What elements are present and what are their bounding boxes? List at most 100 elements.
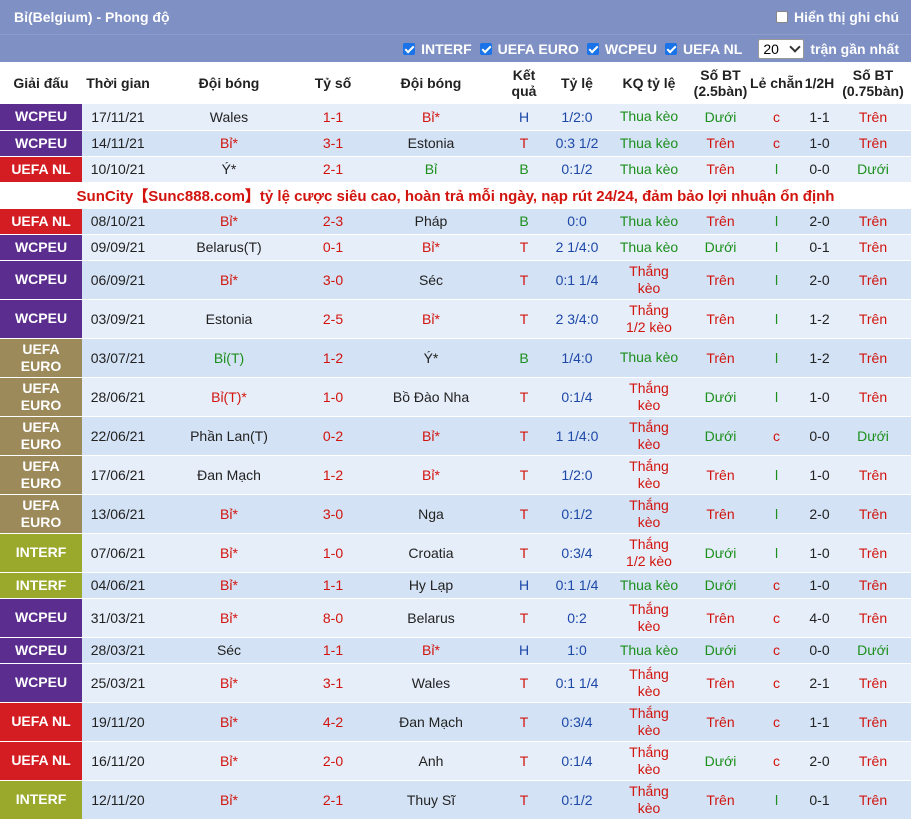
filter-wcpeu[interactable]: WCPEU: [586, 41, 657, 57]
competition-badge: WCPEU: [0, 104, 82, 131]
handicap-result: Thua kèo: [606, 156, 692, 183]
table-row[interactable]: INTERF 04/06/21 Bỉ* 1-1 Hy Lạp H 0:1 1/4 Thua k…: [0, 572, 911, 599]
competition-badge: UEFA EURO: [0, 416, 82, 456]
match-date: 03/09/21: [82, 299, 154, 339]
table-row[interactable]: WCPEU 03/09/21 Estonia 2-5 Bỉ* T 2 3/4:0 Thắng 1…: [0, 299, 911, 339]
home-team: Belarus(T): [154, 234, 304, 261]
table-row[interactable]: UEFA EURO 17/06/21 Đan Mạch 1-2 Bỉ* T 1/2:0 Thắn…: [0, 455, 911, 495]
handicap-odds: 2 1/4:0: [548, 234, 606, 261]
table-header: Giải đấu Thời gian Đội bóng Tỷ số Đội bóng Kế…: [0, 62, 911, 104]
show-notes-label: Hiển thị ghi chú: [794, 9, 899, 25]
table-row[interactable]: UEFA NL 10/10/21 Ý* 2-1 Bỉ B 0:1/2 Thua kèo Trên…: [0, 156, 911, 183]
match-date: 22/06/21: [82, 416, 154, 456]
match-date: 04/06/21: [82, 572, 154, 599]
score: 1-2: [304, 455, 362, 495]
half-time-score: 1-0: [804, 377, 835, 417]
handicap-odds: 0:1/2: [548, 156, 606, 183]
over-under-075: Trên: [835, 299, 911, 339]
table-row[interactable]: UEFA EURO 22/06/21 Phần Lan(T) 0-2 Bỉ* T 1 1/4:…: [0, 416, 911, 456]
over-under-075: Trên: [835, 702, 911, 742]
over-under-25: Trên: [692, 598, 749, 638]
odd-even: l: [749, 533, 804, 573]
handicap-result: Thắng kèo: [606, 455, 692, 495]
table-row[interactable]: WCPEU 28/03/21 Séc 1-1 Bỉ* H 1:0 Thua kèo Dưới c 0…: [0, 637, 911, 664]
results-table: Giải đấu Thời gian Đội bóng Tỷ số Đội bóng Kế…: [0, 62, 911, 820]
filter-wcpeu-checkbox[interactable]: [586, 42, 599, 55]
table-row[interactable]: WCPEU 31/03/21 Bỉ* 8-0 Belarus T 0:2 Thắng kèo Tr…: [0, 598, 911, 638]
over-under-075: Trên: [835, 234, 911, 261]
away-team: Anh: [362, 741, 500, 781]
away-team: Hy Lạp: [362, 572, 500, 599]
filter-interf-checkbox[interactable]: [403, 42, 416, 55]
match-date: 08/10/21: [82, 208, 154, 235]
handicap-odds: 0:1/2: [548, 780, 606, 820]
score: 8-0: [304, 598, 362, 638]
handicap-result: Thắng kèo: [606, 416, 692, 456]
odd-even: c: [749, 130, 804, 157]
result: B: [500, 338, 548, 378]
half-time-score: 4-0: [804, 598, 835, 638]
show-notes-checkbox[interactable]: [776, 11, 788, 23]
table-row[interactable]: WCPEU 14/11/21 Bỉ* 3-1 Estonia T 0:3 1/2 Thua k…: [0, 130, 911, 157]
half-time-score: 1-2: [804, 338, 835, 378]
match-date: 06/09/21: [82, 260, 154, 300]
filter-uefa-euro[interactable]: UEFA EURO: [479, 41, 579, 57]
table-row[interactable]: UEFA NL 19/11/20 Bỉ* 4-2 Đan Mạch T 0:3/4 Thắng…: [0, 702, 911, 742]
table-row[interactable]: WCPEU 17/11/21 Wales 1-1 Bỉ* H 1/2:0 Thua kèo Dư…: [0, 104, 911, 131]
odd-even: l: [749, 338, 804, 378]
over-under-075: Trên: [835, 494, 911, 534]
table-row[interactable]: INTERF 12/11/20 Bỉ* 2-1 Thuy Sĩ T 0:1/2 Thắng kè…: [0, 780, 911, 820]
score: 0-2: [304, 416, 362, 456]
table-row[interactable]: WCPEU 06/09/21 Bỉ* 3-0 Séc T 0:1 1/4 Thắng kèo Tr…: [0, 260, 911, 300]
half-time-score: 2-0: [804, 260, 835, 300]
competition-badge: INTERF: [0, 780, 82, 820]
table-row[interactable]: INTERF 07/06/21 Bỉ* 1-0 Croatia T 0:3/4 Thắng 1/…: [0, 533, 911, 573]
competition-badge: UEFA NL: [0, 208, 82, 235]
match-count-select[interactable]: 20: [758, 38, 805, 59]
filter-uefa-nl-checkbox[interactable]: [664, 42, 677, 55]
competition-badge: WCPEU: [0, 637, 82, 664]
table-row[interactable]: UEFA NL 16/11/20 Bỉ* 2-0 Anh T 0:1/4 Thắng kèo Dư…: [0, 741, 911, 781]
show-notes-toggle[interactable]: Hiển thị ghi chú: [776, 9, 899, 25]
handicap-odds: 1/2:0: [548, 104, 606, 131]
away-team: Wales: [362, 663, 500, 703]
odd-even: l: [749, 260, 804, 300]
odd-even: l: [749, 780, 804, 820]
filter-uefa-nl[interactable]: UEFA NL: [664, 41, 742, 57]
handicap-result: Thua kèo: [606, 208, 692, 235]
table-row[interactable]: UEFA EURO 28/06/21 Bỉ(T)* 1-0 Bồ Đào Nha T 0:1/…: [0, 377, 911, 417]
score: 3-0: [304, 494, 362, 534]
handicap-odds: 0:1/4: [548, 377, 606, 417]
home-team: Bỉ*: [154, 130, 304, 157]
handicap-result: Thắng 1/2 kèo: [606, 533, 692, 573]
table-row[interactable]: WCPEU 09/09/21 Belarus(T) 0-1 Bỉ* T 2 1/4:0 Thu…: [0, 234, 911, 261]
handicap-odds: 1/4:0: [548, 338, 606, 378]
filter-interf[interactable]: INTERF: [403, 41, 472, 57]
table-row[interactable]: UEFA EURO 03/07/21 Bỉ(T) 1-2 Ý* B 1/4:0 Thua kèo…: [0, 338, 911, 378]
competition-badge: WCPEU: [0, 663, 82, 703]
ad-banner-link[interactable]: SunCity【Sunc888.com】tỷ lệ cược siêu cao,…: [0, 182, 911, 209]
result: T: [500, 455, 548, 495]
table-row[interactable]: WCPEU 25/03/21 Bỉ* 3-1 Wales T 0:1 1/4 Thắng kèo…: [0, 663, 911, 703]
over-under-075: Trên: [835, 780, 911, 820]
home-team: Bỉ*: [154, 598, 304, 638]
odd-even: l: [749, 208, 804, 235]
ad-banner-row[interactable]: SunCity【Sunc888.com】tỷ lệ cược siêu cao,…: [0, 182, 911, 209]
table-row[interactable]: UEFA EURO 13/06/21 Bỉ* 3-0 Nga T 0:1/2 Thắng kèo T…: [0, 494, 911, 534]
over-under-075: Trên: [835, 130, 911, 157]
competition-badge: UEFA NL: [0, 741, 82, 781]
score: 3-0: [304, 260, 362, 300]
column-header: Đội bóng: [362, 62, 500, 104]
away-team: Nga: [362, 494, 500, 534]
competition-badge: UEFA NL: [0, 156, 82, 183]
filter-uefa-euro-checkbox[interactable]: [479, 42, 492, 55]
half-time-score: 0-1: [804, 780, 835, 820]
filter-bar: INTERF UEFA EURO WCPEU UEFA NL 20 trận g…: [0, 34, 911, 62]
away-team: Ý*: [362, 338, 500, 378]
table-row[interactable]: UEFA NL 08/10/21 Bỉ* 2-3 Pháp B 0:0 Thua kèo Trê…: [0, 208, 911, 235]
handicap-odds: 1:0: [548, 637, 606, 664]
result: T: [500, 130, 548, 157]
competition-badge: INTERF: [0, 572, 82, 599]
result: T: [500, 741, 548, 781]
odd-even: c: [749, 598, 804, 638]
